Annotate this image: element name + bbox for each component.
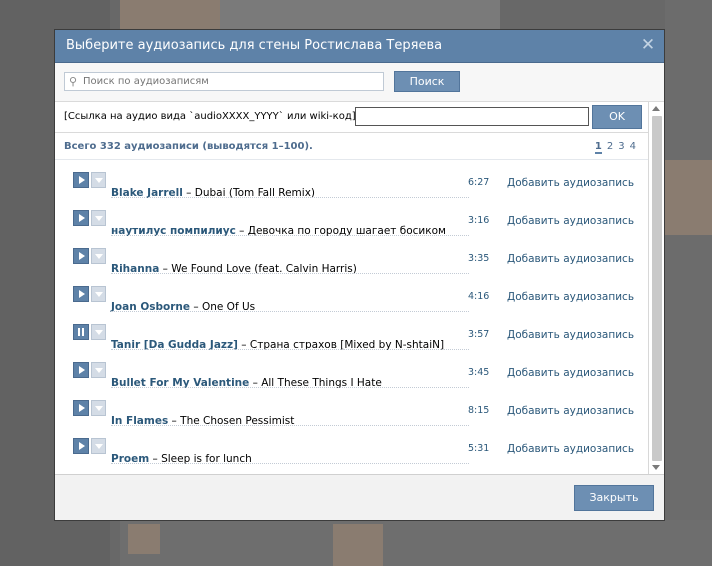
track-duration: 6:27 bbox=[468, 177, 490, 188]
close-icon[interactable]: ✕ bbox=[640, 37, 656, 54]
chevron-down-icon[interactable] bbox=[91, 248, 106, 264]
audio-count: Всего 332 аудиозаписи (выводятся 1–100). bbox=[64, 141, 313, 152]
play-icon[interactable] bbox=[73, 210, 89, 226]
add-audio-link[interactable]: Добавить аудиозапись bbox=[507, 291, 634, 303]
track-duration: 3:35 bbox=[468, 253, 490, 264]
chevron-down-icon[interactable] bbox=[91, 172, 106, 188]
track-duration: 4:16 bbox=[468, 291, 490, 302]
ok-button[interactable]: OK bbox=[592, 105, 642, 129]
audio-row: Proem – Sleep is for lunch 5:31 Добавить а… bbox=[55, 426, 648, 465]
scrollbar[interactable] bbox=[648, 102, 664, 474]
audio-row: Bullet For My Valentine – All These Thin… bbox=[55, 350, 648, 389]
page-link[interactable]: 4 bbox=[630, 141, 636, 152]
track-duration: 3:16 bbox=[468, 215, 490, 226]
chevron-down-icon[interactable] bbox=[91, 324, 106, 340]
track-duration: 8:15 bbox=[468, 405, 490, 416]
add-audio-link[interactable]: Добавить аудиозапись bbox=[507, 443, 634, 455]
add-audio-link[interactable]: Добавить аудиозапись bbox=[507, 215, 634, 227]
chevron-down-icon[interactable] bbox=[91, 362, 106, 378]
audio-row: Joan Osborne – One Of Us 4:16 Добавить ауд… bbox=[55, 274, 648, 313]
add-audio-link[interactable]: Добавить аудиозапись bbox=[507, 177, 634, 189]
track-duration: 3:57 bbox=[468, 329, 490, 340]
track-duration: 3:45 bbox=[468, 367, 490, 378]
page-link[interactable]: 3 bbox=[618, 141, 624, 152]
play-icon[interactable] bbox=[73, 438, 89, 454]
page-link[interactable]: 1 bbox=[594, 141, 602, 154]
background-photo bbox=[120, 0, 220, 30]
search-bar: ⚲ Поиск bbox=[55, 63, 664, 102]
summary-row: Всего 332 аудиозаписи (выводятся 1–100).… bbox=[55, 133, 648, 160]
audio-list: Blake Jarrell – Dubai (Tom Fall Remix) 6:… bbox=[55, 160, 648, 473]
background-feed bbox=[120, 520, 712, 566]
add-audio-link[interactable]: Добавить аудиозапись bbox=[507, 253, 634, 265]
background-photo bbox=[665, 160, 712, 235]
dialog-titlebar: Выберите аудиозапись для стены Ростислав… bbox=[55, 30, 664, 63]
pagination: 1234 bbox=[590, 141, 636, 154]
chevron-down-icon[interactable] bbox=[91, 210, 106, 226]
play-icon[interactable] bbox=[73, 400, 89, 416]
audio-row: Rihanna – We Found Love (feat. Calvin Ha… bbox=[55, 236, 648, 275]
scrollbar-thumb[interactable] bbox=[652, 116, 662, 461]
search-icon: ⚲ bbox=[69, 75, 78, 88]
pause-icon[interactable] bbox=[73, 324, 89, 340]
background-right-column bbox=[665, 0, 712, 566]
dialog-title: Выберите аудиозапись для стены Ростислав… bbox=[66, 38, 443, 53]
page-link[interactable]: 2 bbox=[607, 141, 613, 152]
add-audio-link[interactable]: Добавить аудиозапись bbox=[507, 405, 634, 417]
scroll-up-arrow-icon[interactable] bbox=[652, 106, 660, 111]
audio-row: Tanir [Da Gudda Jazz] – Страна страхов [… bbox=[55, 312, 648, 351]
audio-link-input[interactable] bbox=[355, 107, 589, 126]
add-audio-link[interactable]: Добавить аудиозапись bbox=[507, 329, 634, 341]
background-avatar bbox=[333, 524, 383, 566]
play-icon[interactable] bbox=[73, 248, 89, 264]
chevron-down-icon[interactable] bbox=[91, 400, 106, 416]
background-avatar bbox=[128, 524, 160, 554]
audio-row: Blake Jarrell – Dubai (Tom Fall Remix) 6:… bbox=[55, 160, 648, 199]
audio-link-label: [Ссылка на аудио вида `audioXXXX_YYYY` и… bbox=[64, 111, 359, 122]
play-icon[interactable] bbox=[73, 286, 89, 302]
audio-link-row: [Ссылка на аудио вида `audioXXXX_YYYY` и… bbox=[55, 102, 664, 133]
chevron-down-icon[interactable] bbox=[91, 438, 106, 454]
chevron-down-icon[interactable] bbox=[91, 286, 106, 302]
play-icon[interactable] bbox=[73, 172, 89, 188]
add-audio-link[interactable]: Добавить аудиозапись bbox=[507, 367, 634, 379]
audio-picker-dialog: Выберите аудиозапись для стены Ростислав… bbox=[55, 30, 664, 520]
audio-row: наутилус помпилиус – Девочка по городу ш… bbox=[55, 198, 648, 237]
search-button[interactable]: Поиск bbox=[394, 71, 460, 92]
audio-row: In Flames – The Chosen Pessimist 8:15 Доба… bbox=[55, 388, 648, 427]
row-divider bbox=[111, 463, 469, 464]
play-icon[interactable] bbox=[73, 362, 89, 378]
search-field[interactable]: ⚲ bbox=[64, 72, 384, 91]
track-duration: 5:31 bbox=[468, 443, 490, 454]
close-button[interactable]: Закрыть bbox=[574, 485, 654, 511]
dialog-footer: Закрыть bbox=[55, 474, 664, 520]
scroll-down-arrow-icon[interactable] bbox=[652, 465, 660, 470]
search-input[interactable] bbox=[83, 74, 373, 89]
